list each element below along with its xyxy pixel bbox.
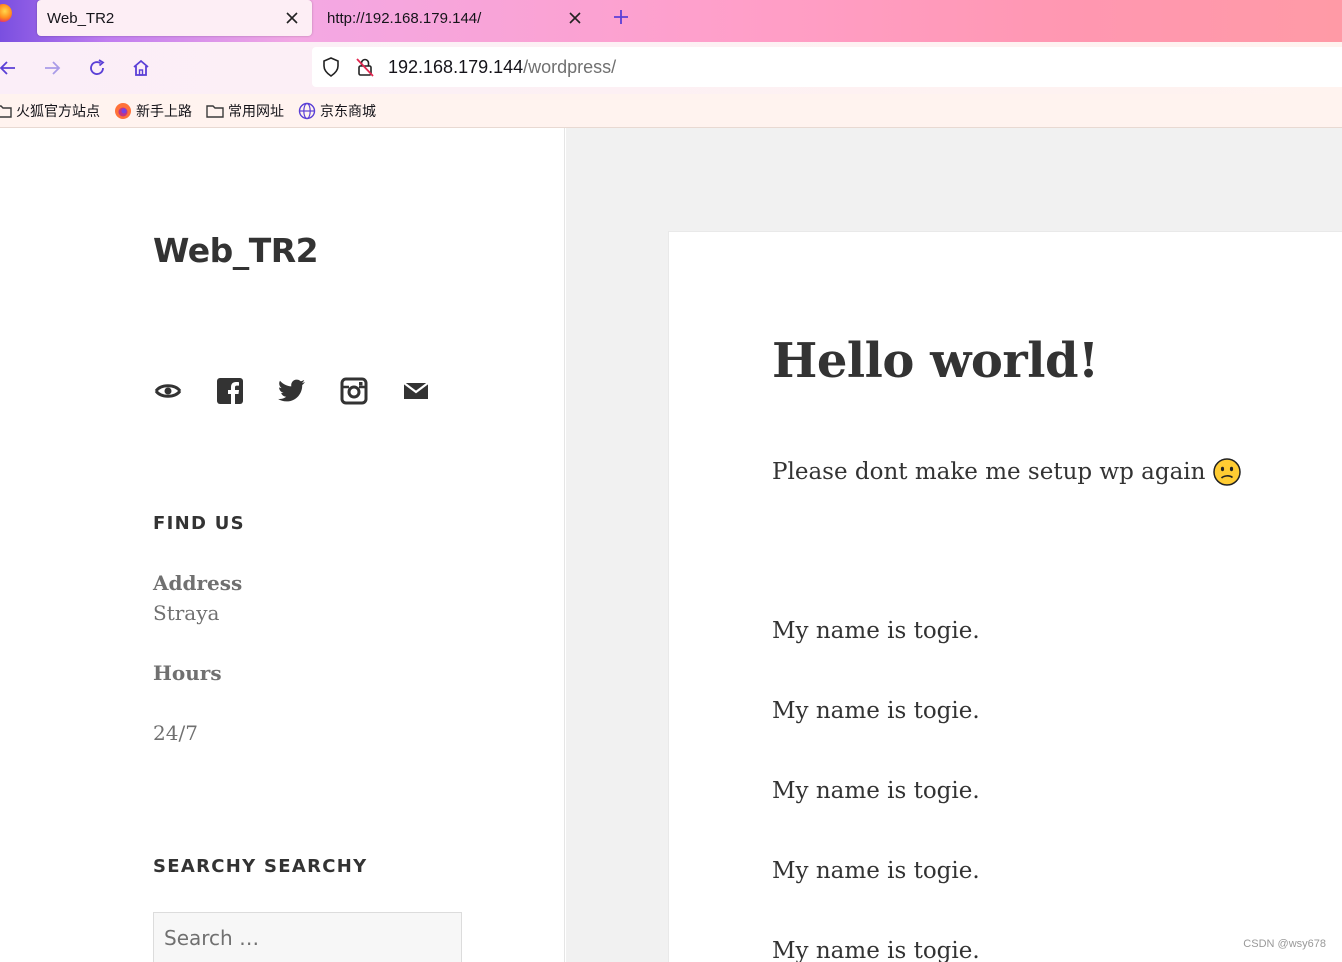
email-icon[interactable]: [401, 376, 431, 406]
post-paragraph: My name is togie.: [772, 778, 980, 804]
search-input[interactable]: [153, 912, 462, 962]
globe-icon: [298, 102, 316, 120]
bookmark-firefox-official[interactable]: 火狐官方站点: [0, 94, 100, 127]
navigation-toolbar: 192.168.179.144/wordpress/: [0, 42, 1342, 94]
search-widget-heading: SEARCHY SEARCHY: [153, 856, 368, 877]
hours-label: Hours: [153, 661, 222, 685]
home-button[interactable]: [127, 54, 155, 82]
tab-title: Web_TR2: [47, 9, 115, 27]
tab-title: http://192.168.179.144/: [327, 9, 482, 27]
bookmark-common-sites[interactable]: 常用网址: [206, 94, 284, 127]
post-paragraph: My name is togie.: [772, 618, 980, 644]
shield-icon[interactable]: [320, 56, 342, 78]
post-paragraph: My name is togie.: [772, 938, 980, 962]
tab-bar: Web_TR2 http://192.168.179.144/: [0, 0, 1342, 42]
post-paragraph: My name is togie.: [772, 698, 980, 724]
firefox-icon: [114, 102, 132, 120]
reload-button[interactable]: [83, 54, 111, 82]
new-tab-button[interactable]: [608, 4, 634, 30]
bookmark-label: 常用网址: [228, 103, 284, 120]
bookmarks-toolbar: 火狐官方站点 新手上路 常用网址 京东商城: [0, 94, 1342, 128]
close-tab-icon[interactable]: [280, 6, 304, 30]
social-links-menu: [153, 376, 463, 406]
firefox-logo-icon: [0, 4, 12, 22]
address-label: Address: [153, 571, 243, 595]
bookmark-label: 火狐官方站点: [16, 103, 100, 120]
yelp-icon[interactable]: [153, 376, 183, 406]
bookmark-label: 新手上路: [136, 103, 192, 120]
confused-face-icon: [1213, 458, 1242, 486]
post-title[interactable]: Hello world!: [772, 333, 1099, 389]
instagram-icon[interactable]: [339, 376, 369, 406]
close-tab-icon[interactable]: [563, 6, 587, 30]
post-paragraph: My name is togie.: [772, 858, 980, 884]
url-host: 192.168.179.144: [388, 56, 524, 77]
page-viewport: Web_TR2 FIND US Address Straya Hours 24/…: [0, 128, 1342, 962]
folder-icon: [0, 102, 12, 120]
insecure-lock-icon[interactable]: [354, 56, 376, 78]
url-path: /wordpress/: [523, 56, 617, 77]
tab-ip-address[interactable]: http://192.168.179.144/: [315, 0, 595, 36]
tab-web-tr2[interactable]: Web_TR2: [37, 0, 312, 36]
address-value: Straya: [153, 601, 220, 625]
hours-value: 24/7: [153, 721, 198, 745]
bookmark-jd-mall[interactable]: 京东商城: [298, 94, 376, 127]
watermark: CSDN @wsy678: [1243, 938, 1326, 950]
site-title[interactable]: Web_TR2: [153, 231, 319, 270]
folder-icon: [206, 102, 224, 120]
forward-button[interactable]: [38, 54, 66, 82]
find-us-heading: FIND US: [153, 513, 245, 534]
address-bar[interactable]: 192.168.179.144/wordpress/: [312, 47, 1342, 87]
back-button[interactable]: [0, 54, 22, 82]
twitter-icon[interactable]: [277, 376, 307, 406]
post-intro-text: Please dont make me setup wp again: [772, 459, 1206, 485]
post-intro: Please dont make me setup wp again: [772, 458, 1242, 486]
facebook-icon[interactable]: [215, 376, 245, 406]
bookmark-label: 京东商城: [320, 103, 376, 120]
bookmark-getting-started[interactable]: 新手上路: [114, 94, 192, 127]
